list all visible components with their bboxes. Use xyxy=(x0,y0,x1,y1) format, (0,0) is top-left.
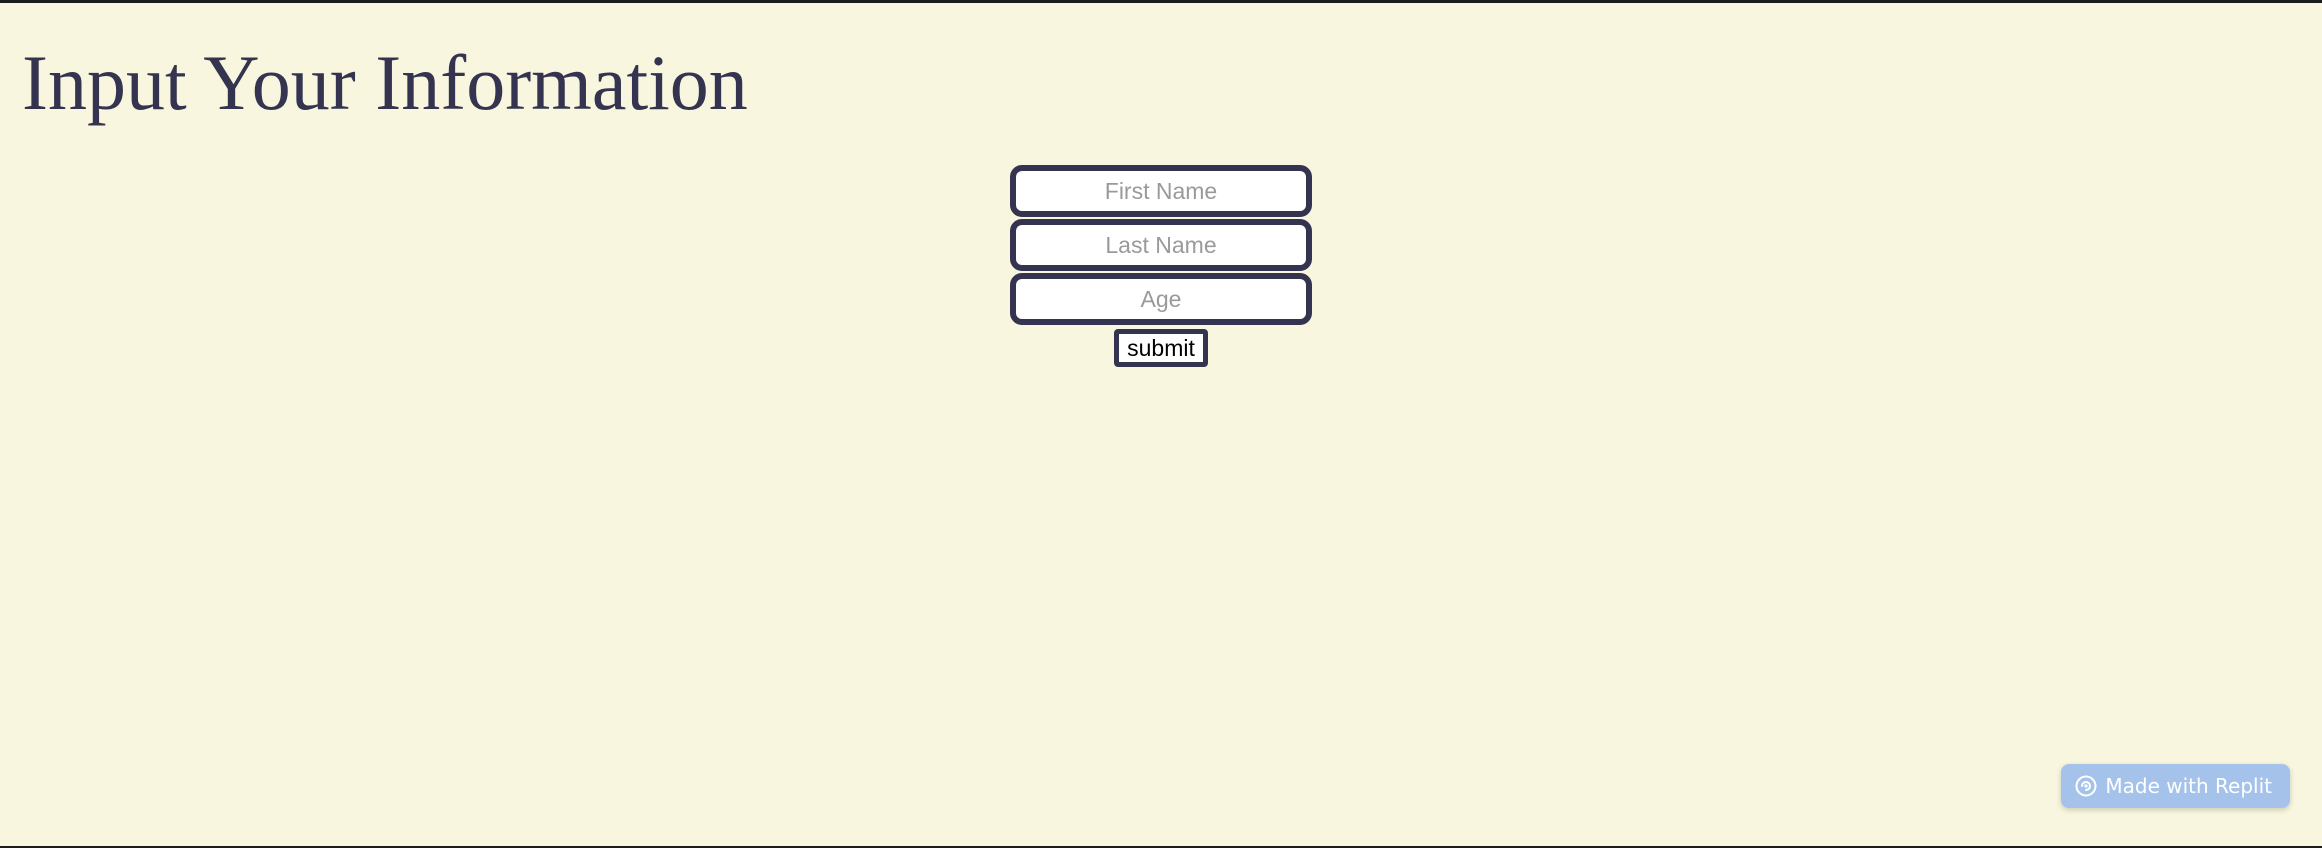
replit-logo-icon xyxy=(2075,775,2097,797)
last-name-input[interactable] xyxy=(1010,219,1312,271)
first-name-input[interactable] xyxy=(1010,165,1312,217)
page-title: Input Your Information xyxy=(22,39,748,126)
age-input[interactable] xyxy=(1010,273,1312,325)
made-with-replit-badge[interactable]: Made with Replit xyxy=(2061,764,2290,808)
information-form: submit xyxy=(0,165,2322,367)
badge-label: Made with Replit xyxy=(2105,774,2272,798)
submit-button[interactable]: submit xyxy=(1114,329,1208,367)
